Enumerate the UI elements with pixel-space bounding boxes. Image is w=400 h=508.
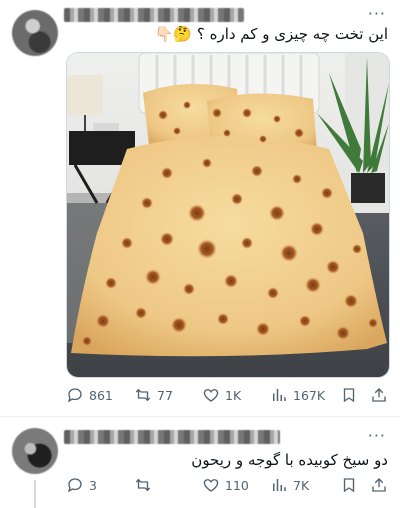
bed-photo — [67, 53, 389, 377]
reply-button[interactable]: 3 — [66, 476, 97, 494]
reply-icon — [67, 388, 82, 403]
divider — [0, 416, 400, 417]
retweet-button[interactable]: 77 — [134, 386, 173, 404]
reply-button[interactable]: 861 — [66, 386, 113, 404]
bookmark-button[interactable] — [340, 386, 358, 404]
bookmark-icon — [343, 478, 355, 493]
views-button[interactable]: 7K — [270, 476, 309, 494]
avatar[interactable] — [12, 428, 58, 474]
views-count: 167K — [293, 387, 326, 403]
bookmark-icon — [343, 388, 355, 403]
tweet-image[interactable] — [66, 52, 390, 378]
like-count: 1K — [225, 387, 242, 403]
retweet-icon — [135, 388, 151, 402]
like-button[interactable]: 1K — [202, 386, 241, 404]
retweet-button[interactable] — [134, 476, 157, 494]
share-icon — [372, 388, 386, 402]
views-count: 7K — [293, 477, 310, 493]
more-icon[interactable]: ··· — [368, 426, 386, 445]
views-icon — [273, 389, 286, 401]
tweet-text: این تخت چه چیزی و کم داره ؟ 🤔👇🏻 — [154, 25, 388, 43]
views-icon — [273, 479, 286, 491]
heart-icon — [203, 389, 219, 402]
tweet-text: دو سیخ کوبیده با گوجه و ریحون — [191, 451, 388, 469]
views-button[interactable]: 167K — [270, 386, 325, 404]
share-button[interactable] — [370, 386, 388, 404]
retweet-icon — [135, 478, 151, 492]
reply-count: 3 — [89, 477, 97, 493]
bookmark-button[interactable] — [340, 476, 358, 494]
like-button[interactable]: 110 — [202, 476, 249, 494]
author-name[interactable] — [64, 8, 244, 22]
author-name[interactable] — [64, 430, 280, 444]
thread-line — [34, 480, 36, 508]
share-button[interactable] — [370, 476, 388, 494]
avatar[interactable] — [12, 10, 58, 56]
more-icon[interactable]: ··· — [368, 4, 386, 23]
heart-icon — [203, 479, 219, 492]
share-icon — [372, 478, 386, 492]
reply-icon — [67, 478, 82, 493]
reply-count: 861 — [89, 387, 113, 403]
retweet-count: 77 — [157, 387, 173, 403]
like-count: 110 — [225, 477, 249, 493]
